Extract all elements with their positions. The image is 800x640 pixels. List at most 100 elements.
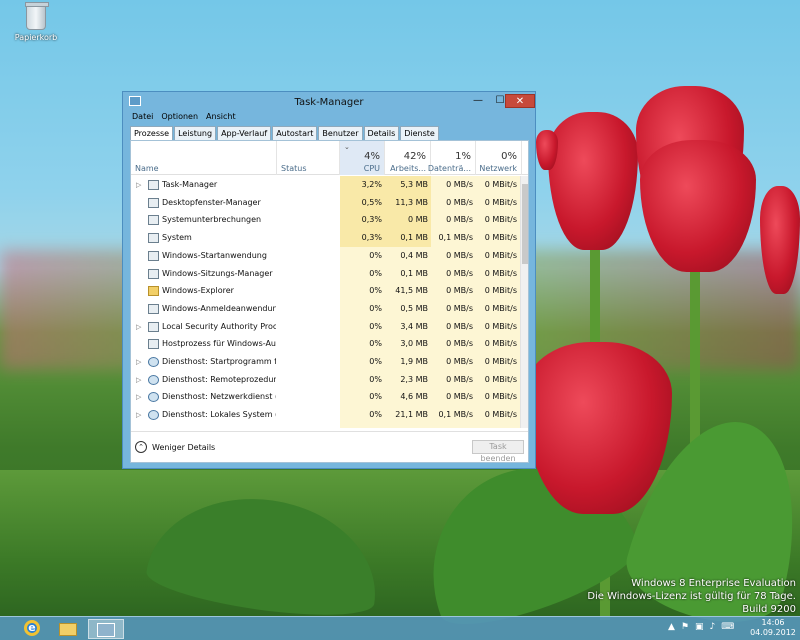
process-name: Systemunterbrechungen (162, 215, 262, 225)
expand-chevron-right-icon[interactable]: ▷ (136, 353, 142, 371)
expand-chevron-right-icon[interactable]: ▷ (136, 388, 142, 406)
taskbar-clock[interactable]: 14:06 04.09.2012 (748, 618, 798, 638)
tab-benutzer[interactable]: Benutzer (318, 126, 363, 140)
memory-total-percent: 42% (403, 151, 426, 162)
tab-dienste[interactable]: Dienste (400, 126, 439, 140)
process-list: ▷ Task-Manager 3,2% 5,3 MB 0 MB/s 0 MBit/s Des… (131, 176, 520, 428)
column-header-disk[interactable]: 1% Datenträ... (427, 141, 476, 175)
process-window-icon (148, 303, 159, 314)
menu-datei[interactable]: Datei (132, 112, 153, 125)
expand-chevron-right-icon[interactable]: ▷ (136, 424, 142, 428)
process-memory: 4,6 MB (385, 388, 431, 407)
process-row[interactable]: ▷ Diensthost: Startprogramm für ... 0%1,9 … (131, 353, 520, 371)
process-name: Task-Manager (162, 180, 218, 189)
tray-flag-icon[interactable]: ⚑ (681, 622, 689, 632)
column-header-network[interactable]: 0% Netzwerk (476, 141, 522, 175)
process-row[interactable]: ▷ Diensthost: Lokales System (15) 0%17,6 M… (131, 423, 520, 429)
desktop-icon-recycle-bin[interactable]: Papierkorb (14, 2, 58, 42)
process-name: Diensthost: Netzwerkdienst (4) (162, 392, 276, 402)
process-cpu: 0% (340, 388, 385, 407)
service-gear-icon (148, 410, 159, 421)
process-name: Desktopfenster-Manager (162, 197, 261, 207)
process-row[interactable]: ▷ Local Security Authority Process... 0%3,… (131, 317, 520, 336)
watermark-line: Die Windows-Lizenz ist gültig für 78 Tag… (587, 591, 796, 602)
process-disk: 0 MB/s (431, 317, 476, 336)
process-network: 0 MBit/s (476, 176, 520, 194)
process-window-icon (148, 233, 159, 244)
process-row[interactable]: ▷ Diensthost: Remoteprozeduraut... 0%2,3 M… (131, 370, 520, 389)
expand-chevron-right-icon[interactable]: ▷ (136, 371, 142, 389)
process-name: Windows-Explorer (162, 286, 234, 296)
expand-chevron-right-icon[interactable]: ▷ (136, 406, 142, 424)
expand-chevron-right-icon[interactable]: ▷ (136, 176, 142, 194)
end-task-button[interactable]: Task beenden (472, 440, 524, 463)
tray-network-icon[interactable]: ▣ (695, 622, 704, 632)
process-network: 0 MBit/s (476, 317, 520, 336)
process-window-icon (148, 268, 159, 279)
column-header-status[interactable]: Status (277, 141, 340, 175)
internet-explorer-icon: e (24, 620, 40, 636)
process-cpu: 3,2% (340, 176, 385, 194)
process-row[interactable]: Windows-Startanwendung 0% 0,4 MB 0 MB/s 0 MB… (131, 246, 520, 265)
service-gear-icon (148, 357, 159, 367)
column-network-label: Netzwerk (479, 164, 517, 173)
minimize-button[interactable]: — (467, 94, 489, 108)
tray-volume-icon[interactable]: ♪ (710, 622, 716, 632)
watermark-line: Windows 8 Enterprise Evaluation (631, 578, 796, 589)
menu-ansicht[interactable]: Ansicht (206, 112, 236, 125)
taskbar-internet-explorer[interactable]: e (14, 619, 50, 639)
tab-prozesse[interactable]: Prozesse (130, 126, 174, 140)
process-row[interactable]: Hostprozess für Windows-Aufg...0%3,0 MB0… (131, 335, 520, 354)
process-network: 0 MBit/s (476, 353, 520, 371)
process-row[interactable]: ▷ Diensthost: Lokales System (Net... 0%21,… (131, 406, 520, 425)
tray-keyboard-icon[interactable]: ⌨ (721, 622, 734, 632)
vertical-scrollbar[interactable] (520, 176, 528, 428)
process-row[interactable]: Desktopfenster-Manager 0,5% 11,3 MB 0 MB/s 0… (131, 193, 520, 212)
taskbar-file-explorer[interactable] (50, 619, 86, 639)
column-disk-label: Datenträ... (427, 164, 471, 173)
process-cpu: 0% (340, 335, 385, 354)
process-row[interactable]: Systemunterbrechungen 0,3% 0 MB 0 MB/s 0 MBi… (131, 211, 520, 230)
column-header-name[interactable]: Name (131, 141, 277, 175)
expand-chevron-right-icon[interactable]: ▷ (136, 318, 142, 336)
process-row[interactable]: ▷ Task-Manager 3,2% 5,3 MB 0 MB/s 0 MBit/s (131, 176, 520, 194)
tab-autostart[interactable]: Autostart (272, 126, 318, 140)
windows-evaluation-watermark: Windows 8 Enterprise Evaluation Die Wind… (587, 577, 796, 616)
tab-bar: Prozesse Leistung App-Verlauf Autostart … (130, 126, 529, 140)
process-disk: 0 MB/s (431, 423, 476, 428)
process-row[interactable]: Windows-Sitzungs-Manager 0% 0,1 MB 0 MB/s 0 … (131, 264, 520, 283)
process-network: 0 MBit/s (476, 229, 520, 248)
process-row[interactable]: ▷ Diensthost: Netzwerkdienst (4) 0% 4,6 MB 0… (131, 388, 520, 407)
process-memory: 17,6 MB (385, 423, 431, 428)
menu-optionen[interactable]: Optionen (161, 112, 198, 125)
process-network: 0 MBit/s (476, 264, 520, 283)
process-row[interactable]: System 0,3% 0,1 MB 0,1 MB/s 0 MBit/s (131, 229, 520, 248)
process-row[interactable]: Windows-Anmeldeanwendung 0% 0,5 MB 0 MB/s 0 … (131, 299, 520, 318)
tab-leistung[interactable]: Leistung (174, 126, 217, 140)
process-panel: Name Status ⌄ 4% CPU 42% Arbeits... 1% D… (130, 140, 529, 463)
scrollbar-thumb[interactable] (522, 184, 528, 264)
chevron-up-icon: ⌃ (135, 441, 147, 453)
fewer-details-button[interactable]: ⌃ Weniger Details (135, 441, 215, 453)
column-header-memory[interactable]: 42% Arbeits... (385, 141, 431, 175)
process-network: 0 MBit/s (476, 388, 520, 407)
tab-details[interactable]: Details (363, 126, 400, 140)
task-manager-window[interactable]: Task-Manager — ☐ ✕ Datei Optionen Ansich… (122, 91, 536, 469)
tray-chevron-up-icon[interactable]: ▲ (668, 622, 675, 632)
sort-chevron-down-icon: ⌄ (344, 143, 350, 151)
process-name: System (162, 233, 192, 243)
column-cpu-label: CPU (363, 164, 380, 173)
process-window-icon (148, 339, 159, 350)
close-button[interactable]: ✕ (505, 94, 535, 108)
tab-app-verlauf[interactable]: App-Verlauf (217, 126, 272, 140)
service-gear-icon (148, 374, 159, 385)
process-name: Diensthost: Lokales System (15) (160, 424, 276, 429)
process-network: 0 MBit/s (476, 335, 520, 354)
watermark-line: Build 9200 (742, 604, 796, 615)
process-row[interactable]: Windows-Explorer 0% 41,5 MB 0 MB/s 0 MBit/s (131, 282, 520, 301)
process-network: 0 MBit/s (476, 406, 520, 425)
taskbar-task-manager[interactable] (88, 619, 124, 639)
task-manager-icon (97, 623, 115, 637)
column-header-cpu[interactable]: ⌄ 4% CPU (340, 141, 385, 175)
window-titlebar[interactable]: Task-Manager — ☐ ✕ (123, 92, 535, 112)
